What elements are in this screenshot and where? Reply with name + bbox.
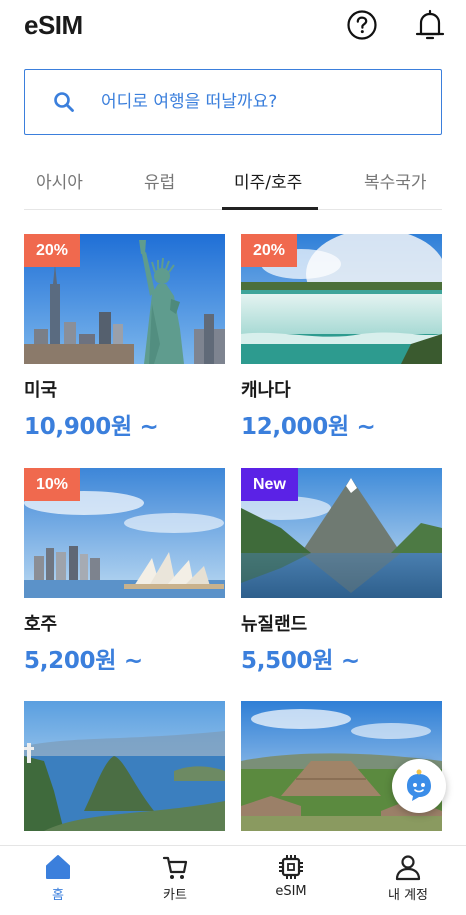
canada-image: 20%	[241, 234, 442, 364]
product-card-australia[interactable]: 10% 호주 5,200원 ~	[24, 468, 225, 675]
header: eSIM	[0, 0, 466, 56]
new-zealand-image: New	[241, 468, 442, 598]
product-name: 캐나다	[241, 380, 291, 401]
tab-multi-country[interactable]: 복수국가	[364, 168, 427, 193]
active-tab-indicator	[222, 207, 318, 210]
region-tabs: 아시아 유럽 미주/호주 복수국가	[24, 150, 442, 210]
chatbot-icon	[407, 769, 431, 801]
nav-account[interactable]: 내 계정	[350, 846, 466, 915]
search-box[interactable]	[24, 69, 442, 135]
australia-image: 10%	[24, 468, 225, 598]
product-name: 호주	[24, 614, 58, 635]
question-circle-icon	[347, 10, 377, 40]
product-price: 5,500원 ~	[241, 648, 360, 674]
discount-badge: 10%	[24, 468, 81, 501]
notification-button[interactable]	[413, 8, 447, 42]
chip-icon	[279, 855, 303, 879]
bottom-nav: 홈 카트 eSIM 내 계정	[0, 845, 466, 915]
nav-home-label: 홈	[52, 888, 64, 903]
nav-account-label: 내 계정	[387, 888, 428, 903]
cart-icon	[162, 856, 188, 879]
product-card-canada[interactable]: 20% 캐나다 12,000원 ~	[241, 234, 442, 441]
user-icon	[395, 855, 421, 881]
product-price: 12,000원 ~	[241, 414, 376, 440]
chatbot-button[interactable]	[392, 759, 446, 813]
new-badge: New	[241, 468, 298, 501]
discount-badge: 20%	[241, 234, 298, 267]
product-price: 10,900원 ~	[24, 414, 159, 440]
nav-esim-label: eSIM	[275, 884, 307, 899]
product-card-5[interactable]	[24, 701, 225, 831]
product-price: 5,200원 ~	[24, 648, 143, 674]
tab-asia[interactable]: 아시아	[36, 168, 83, 193]
product-name: 미국	[24, 380, 58, 401]
product-card-usa[interactable]: 20% 미국 10,900원 ~	[24, 234, 225, 441]
product-name: 뉴질랜드	[241, 614, 308, 635]
app-screen: eSIM 아시아 유럽 미주/호주 복수국가	[0, 0, 466, 915]
discount-badge: 20%	[24, 234, 81, 267]
usa-image: 20%	[24, 234, 225, 364]
tab-europe[interactable]: 유럽	[144, 168, 175, 193]
search-icon	[54, 92, 74, 112]
page-title: eSIM	[24, 10, 83, 40]
nav-home[interactable]: 홈	[0, 846, 116, 915]
nav-cart[interactable]: 카트	[117, 846, 233, 915]
search-input[interactable]	[101, 92, 421, 112]
bell-icon	[415, 9, 445, 40]
nav-esim[interactable]: eSIM	[233, 846, 349, 915]
rio-image	[24, 701, 225, 831]
home-icon	[46, 855, 70, 879]
help-button[interactable]	[345, 8, 379, 42]
product-card-new-zealand[interactable]: New 뉴질랜드 5,500원 ~	[241, 468, 442, 675]
nav-cart-label: 카트	[163, 888, 187, 903]
tab-americas-oceania[interactable]: 미주/호주	[234, 168, 302, 193]
